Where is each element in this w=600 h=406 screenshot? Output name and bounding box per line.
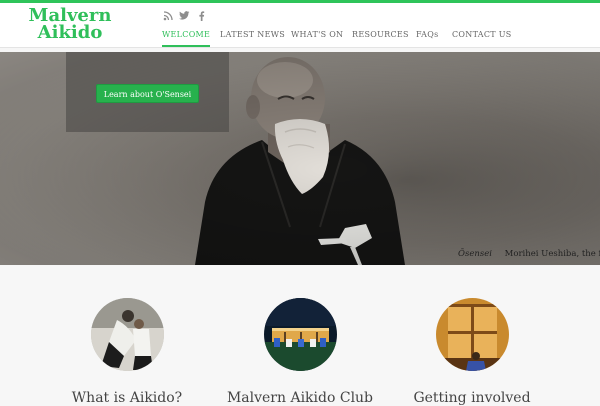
- nav-contact-us[interactable]: CONTACT US: [452, 30, 512, 39]
- feature-title[interactable]: Malvern Aikido Club: [220, 390, 380, 406]
- nav-faqs[interactable]: FAQs: [416, 30, 439, 39]
- site-header: Malvern Aikido WELCOME LATEST NEWS WHAT'…: [0, 3, 600, 48]
- caption-text: Morihei Ueshiba, the fo: [504, 249, 600, 259]
- nav-latest-news[interactable]: LATEST NEWS: [220, 30, 285, 39]
- dojo-hall-photo[interactable]: [263, 298, 337, 371]
- caption-name: Ōsensei: [458, 249, 492, 259]
- feature-title[interactable]: Getting involved: [392, 390, 552, 406]
- social-links: [162, 11, 207, 22]
- dojo-window-photo[interactable]: [435, 298, 509, 371]
- nav-whats-on[interactable]: WHAT'S ON: [291, 30, 343, 39]
- feature-what-is-aikido[interactable]: What is Aikido?: [47, 298, 207, 406]
- hero-caption: Ōsensei Morihei Ueshiba, the fo: [458, 249, 600, 259]
- feature-malvern-aikido-club[interactable]: Malvern Aikido Club: [220, 298, 380, 406]
- site-logo[interactable]: Malvern Aikido: [24, 7, 116, 43]
- features-section: What is Aikido? Malvern Aikido Club Gett…: [0, 266, 600, 406]
- hero-banner: Learn about O'Sensei Ōsensei Morihei Ues…: [0, 52, 600, 265]
- facebook-icon[interactable]: [196, 11, 207, 22]
- rss-icon[interactable]: [162, 11, 173, 22]
- twitter-icon[interactable]: [179, 11, 190, 22]
- feature-getting-involved[interactable]: Getting involved: [392, 298, 552, 406]
- feature-title[interactable]: What is Aikido?: [47, 390, 207, 406]
- aikido-throw-photo[interactable]: [90, 298, 164, 371]
- logo-line-2: Aikido: [37, 22, 103, 43]
- nav-welcome[interactable]: WELCOME: [162, 30, 211, 47]
- nav-resources[interactable]: RESOURCES: [352, 30, 409, 39]
- learn-about-osensei-button[interactable]: Learn about O'Sensei: [96, 84, 199, 103]
